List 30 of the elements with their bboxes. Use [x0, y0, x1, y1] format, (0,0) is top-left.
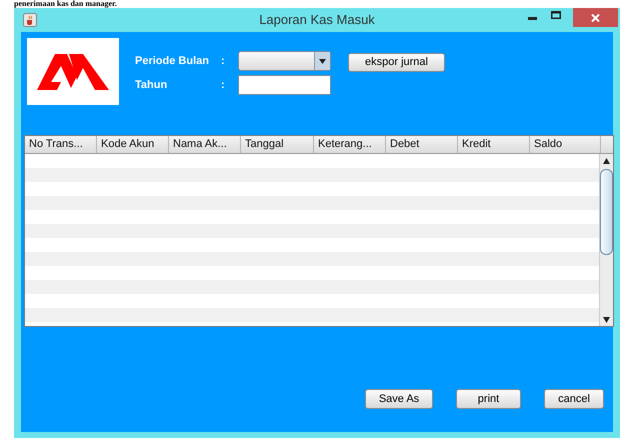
scroll-up-icon[interactable] [603, 158, 610, 164]
column-header[interactable]: Tanggal [241, 136, 314, 153]
year-input-field[interactable] [238, 75, 331, 95]
window-title: Laporan Kas Masuk [258, 11, 376, 30]
column-header[interactable]: Kode Akun [97, 136, 169, 153]
column-header[interactable]: Saldo [530, 136, 601, 153]
scroll-down-icon[interactable] [603, 317, 610, 323]
logo-icon [37, 54, 109, 90]
month-dropdown[interactable] [238, 51, 331, 71]
close-icon [591, 14, 600, 22]
scrollbar[interactable] [599, 154, 613, 326]
colon-separator: : [221, 54, 226, 69]
save-as-button[interactable]: Save As [365, 389, 433, 409]
print-button[interactable]: print [456, 389, 521, 409]
field-label: Tahun [135, 78, 168, 93]
document-text: penerimaan kas dan manager. [14, 0, 117, 8]
dropdown-arrow-icon [319, 58, 326, 64]
java-cup-icon [23, 13, 37, 27]
column-header[interactable]: Keterang... [314, 136, 386, 153]
column-header[interactable]: No Trans... [25, 136, 97, 153]
column-header[interactable]: Debet [386, 136, 458, 153]
colon-separator: : [221, 78, 226, 93]
column-header[interactable]: Nama Ak... [169, 136, 241, 153]
column-header[interactable]: Kredit [458, 136, 530, 153]
scroll-thumb[interactable] [600, 169, 613, 255]
close-button[interactable] [573, 8, 618, 27]
maximize-icon[interactable] [551, 11, 561, 19]
field-label: Periode Bulan [135, 54, 210, 69]
export-journal-button[interactable]: ekspor jurnal [348, 53, 445, 72]
cancel-button[interactable]: cancel [544, 389, 604, 409]
